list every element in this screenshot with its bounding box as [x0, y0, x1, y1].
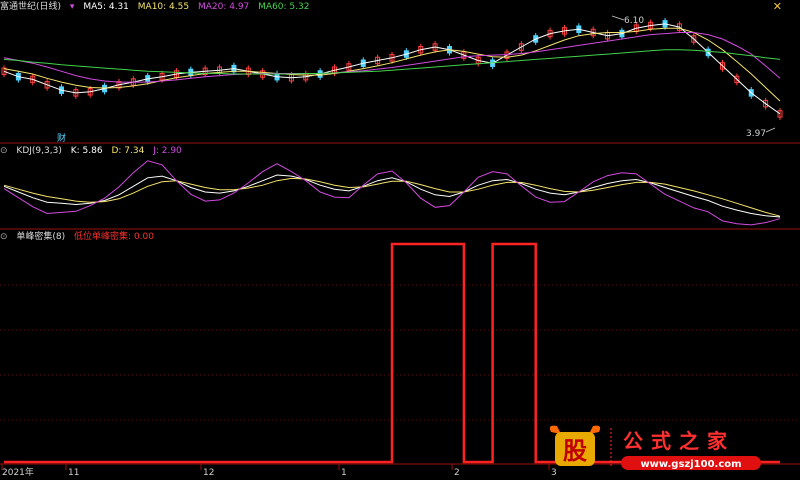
kdj-k-value: K: 5.86	[70, 146, 103, 156]
kdj-indicator-name: KDJ(9,3,3)	[16, 146, 62, 156]
watermark: 股 公式之家 www.gszj100.com	[547, 422, 782, 474]
price-panel	[1, 17, 783, 120]
kdj-line-j	[3, 160, 781, 226]
kdj-panel	[3, 160, 781, 226]
axis-year-label: 2021年	[2, 466, 34, 478]
brand-name: 公式之家	[623, 429, 735, 453]
signal-menu-icon[interactable]: ⊙	[0, 232, 8, 242]
date-axis	[1, 464, 550, 470]
price-panel-header: 富通世纪(日线) ▾ MA5: 4.31 MA10: 4.55 MA20: 4.…	[0, 0, 315, 14]
kdj-j-value: J: 2.90	[153, 146, 182, 156]
axis-tick-label: 1	[341, 468, 347, 478]
signal-indicator-name: 单峰密集(8)	[16, 232, 66, 242]
watermark-graphic: 股 公式之家 www.gszj100.com	[549, 425, 761, 470]
stock-title: 富通世纪(日线)	[0, 2, 62, 12]
logo-char: 股	[563, 437, 587, 465]
kdj-panel-header: ⊙ KDJ(9,3,3) K: 5.86 D: 7.34 J: 2.90	[0, 144, 188, 158]
low-price-label: 3.97	[746, 129, 766, 139]
finance-event-marker[interactable]: 财	[57, 132, 66, 144]
ma10-value: MA10: 4.55	[137, 2, 190, 12]
close-x-icon[interactable]: ✕	[773, 0, 782, 14]
signal-value: 低位单峰密集: 0.00	[74, 232, 154, 242]
ma5-value: MA5: 4.31	[83, 2, 129, 12]
kdj-menu-icon[interactable]: ⊙	[0, 146, 8, 156]
ma-line-ma10	[3, 27, 781, 102]
axis-tick-label: 2	[454, 468, 460, 478]
high-price-label: 6.10	[624, 16, 644, 26]
brand-url[interactable]: www.gszj100.com	[640, 459, 741, 470]
axis-tick-label: 12	[203, 468, 214, 478]
ma-toggle-icon[interactable]: ▾	[70, 2, 75, 12]
ma20-value: MA20: 4.97	[197, 2, 250, 12]
high-price-pointer	[611, 15, 625, 21]
signal-panel-grid	[0, 284, 800, 421]
signal-panel-header: ⊙ 单峰密集(8) 低位单峰密集: 0.00	[0, 230, 160, 244]
low-price-pointer	[765, 127, 776, 133]
kdj-d-value: D: 7.34	[111, 146, 145, 156]
kdj-line-d	[3, 177, 781, 217]
axis-tick-label: 11	[68, 468, 79, 478]
ma60-value: MA60: 5.32	[258, 2, 310, 12]
